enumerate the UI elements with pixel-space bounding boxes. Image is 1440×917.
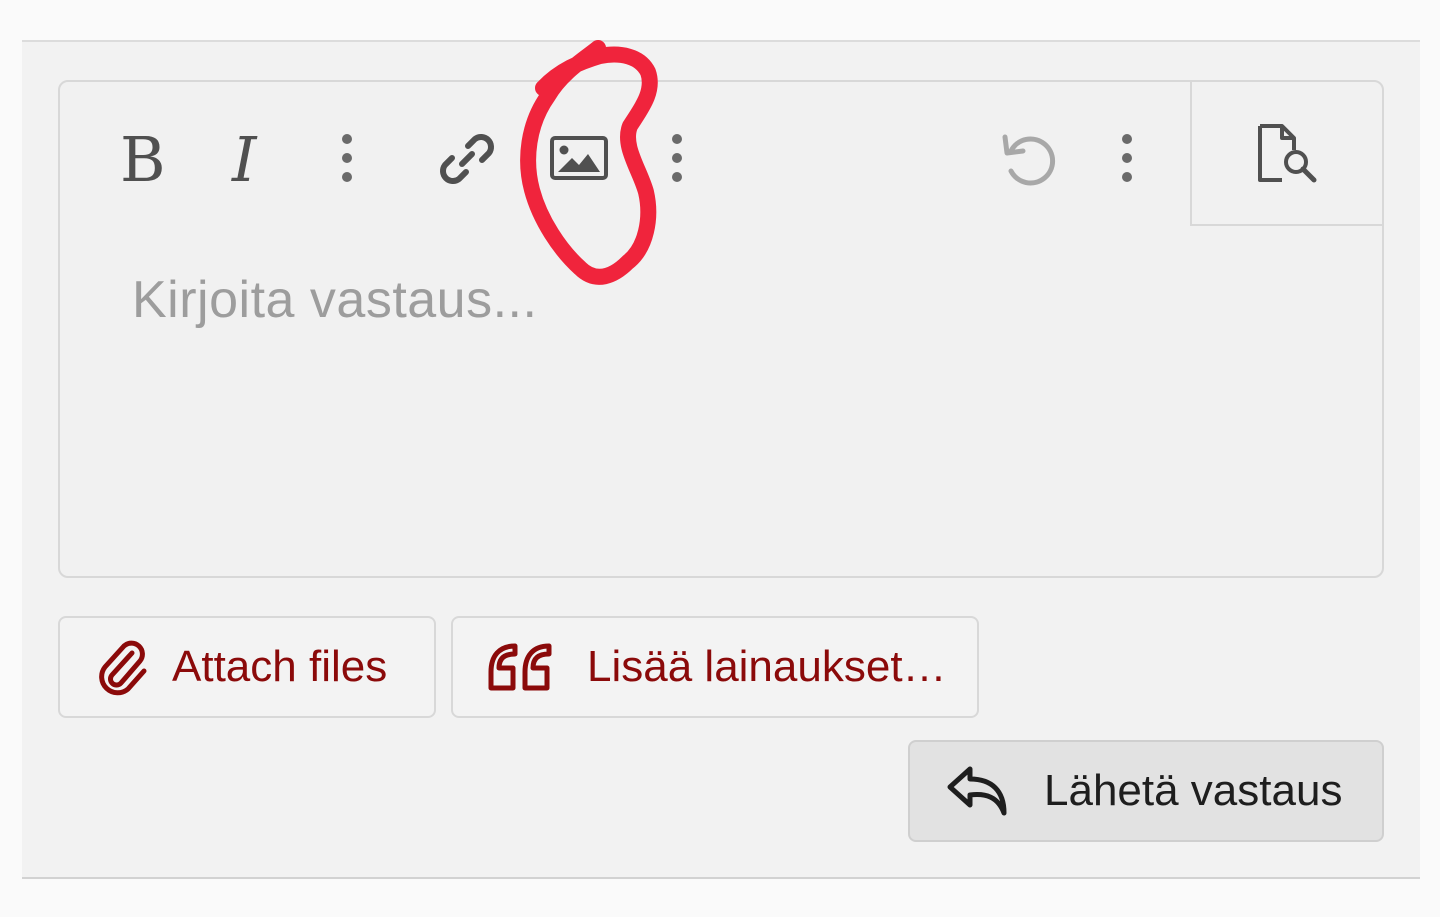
more-vertical-icon — [1121, 133, 1133, 188]
more-vertical-icon — [671, 133, 683, 188]
svg-text:B: B — [120, 129, 164, 187]
more-options-button[interactable] — [1106, 128, 1148, 192]
paperclip-icon — [96, 637, 152, 697]
bold-icon: B — [116, 123, 166, 196]
link-icon — [438, 130, 496, 193]
preview-button[interactable] — [1242, 118, 1332, 194]
italic-icon: I — [226, 123, 274, 196]
preview-toggle-area — [1190, 80, 1384, 226]
more-text-options-button[interactable] — [326, 128, 368, 192]
document-search-icon — [1254, 123, 1320, 189]
insert-quotes-button[interactable]: Lisää lainaukset… — [451, 616, 979, 718]
undo-button[interactable] — [992, 126, 1062, 196]
quote-icon — [487, 642, 553, 692]
italic-button[interactable]: I — [214, 122, 286, 198]
image-icon — [550, 135, 608, 185]
reply-icon — [946, 763, 1010, 819]
reply-placeholder: Kirjoita vastaus... — [132, 271, 538, 329]
attach-files-label: Attach files — [172, 642, 388, 691]
insert-quotes-label: Lisää lainaukset… — [587, 642, 947, 691]
attach-files-button[interactable]: Attach files — [58, 616, 436, 718]
rich-text-editor[interactable]: B I Kirjoita vastaus... — [58, 80, 1384, 578]
link-button[interactable] — [432, 126, 502, 196]
more-insert-options-button[interactable] — [656, 128, 698, 192]
more-vertical-icon — [341, 133, 353, 188]
svg-text:I: I — [231, 129, 258, 187]
post-reply-button[interactable]: Lähetä vastaus — [908, 740, 1384, 842]
insert-image-button[interactable] — [546, 128, 612, 192]
post-reply-label: Lähetä vastaus — [1044, 766, 1343, 815]
reply-panel: B I Kirjoita vastaus... Attach files Lis… — [22, 40, 1420, 879]
undo-icon — [997, 129, 1057, 194]
bold-button[interactable]: B — [104, 122, 176, 198]
